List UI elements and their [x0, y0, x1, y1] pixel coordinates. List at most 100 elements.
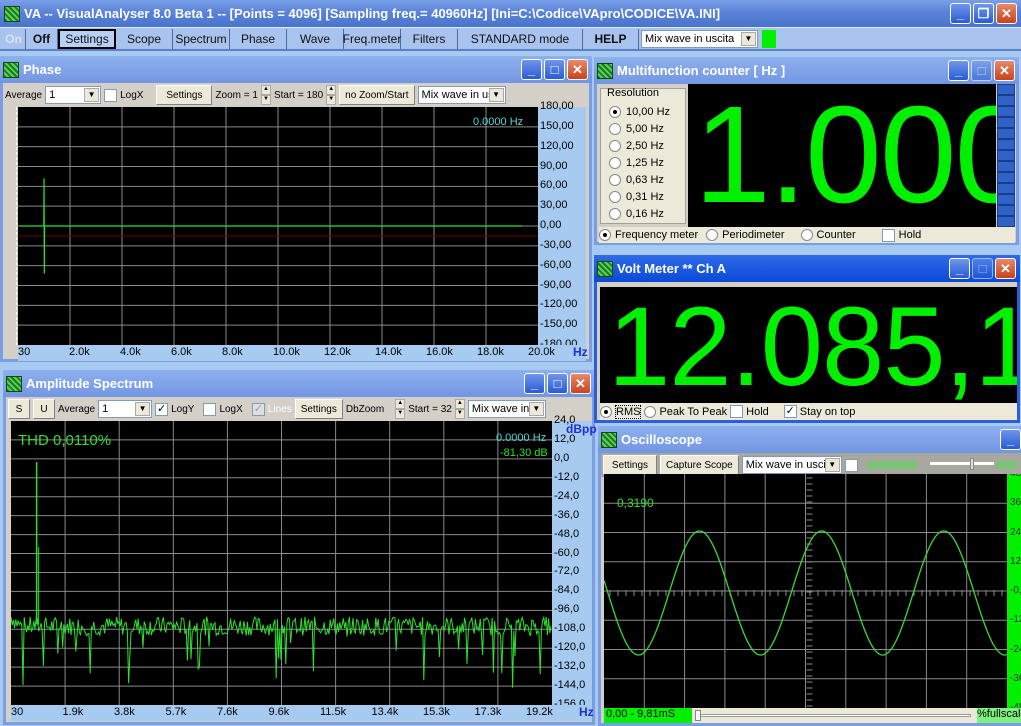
no-zoom-start-button[interactable]: no Zoom/Start — [339, 85, 415, 105]
periodimeter-radio[interactable] — [706, 229, 719, 241]
chevron-down-icon[interactable]: ▼ — [528, 402, 544, 416]
dbzoom-spinner[interactable]: ▲ ▼ — [395, 399, 406, 419]
average-select[interactable]: 1 ▼ — [98, 400, 153, 418]
standard-mode-button[interactable]: STANDARD mode — [458, 28, 583, 49]
start-spinner[interactable]: ▲ ▼ — [454, 399, 465, 419]
settings-button[interactable]: Settings — [58, 28, 116, 49]
close-button[interactable]: ✕ — [570, 373, 591, 394]
scope-gain-slider[interactable] — [929, 458, 994, 472]
scope-option-label — [866, 461, 917, 469]
resolution-radio[interactable] — [609, 122, 621, 135]
slider-thumb[interactable] — [695, 710, 701, 721]
spectrum-source-select[interactable]: Mix wave in us ▼ — [467, 400, 546, 418]
app-icon — [4, 5, 20, 22]
scope-option-checkbox[interactable] — [844, 458, 858, 472]
resolution-option[interactable]: 0,31 Hz — [609, 188, 670, 205]
help-button[interactable]: HELP — [583, 28, 639, 49]
peak-to-peak-radio[interactable] — [644, 405, 657, 418]
zoom-spinner[interactable]: ▲ ▼ — [260, 85, 271, 105]
freqmeter-button[interactable]: Freq.meter — [343, 28, 401, 49]
phase-vertical-slider[interactable] — [3, 107, 17, 345]
phase-title: Phase — [23, 62, 62, 77]
average-value: 1 — [102, 403, 109, 415]
settings-button[interactable]: Settings — [294, 399, 343, 419]
logx-checkbox[interactable] — [104, 88, 118, 102]
resolution-label: 0,16 Hz — [626, 207, 664, 220]
minimize-button[interactable]: _ — [950, 3, 971, 24]
close-button[interactable]: ✕ — [994, 60, 1015, 81]
lines-checkbox[interactable]: ✓ — [251, 402, 265, 416]
rms-radio[interactable] — [600, 405, 612, 418]
start-spinner[interactable]: ▲ ▼ — [326, 85, 337, 105]
close-button[interactable]: ✕ — [567, 59, 588, 80]
hold-checkbox[interactable] — [881, 228, 895, 242]
frequency-meter-radio[interactable] — [599, 229, 611, 241]
off-button[interactable]: Off — [26, 28, 58, 49]
filters-button[interactable]: Filters — [401, 28, 458, 49]
close-button[interactable]: ✕ — [995, 258, 1016, 279]
resolution-option[interactable]: 2,50 Hz — [609, 137, 670, 154]
chevron-down-icon[interactable]: ▼ — [135, 402, 151, 416]
scope-button[interactable]: Scope — [116, 28, 173, 49]
minimize-button[interactable]: _ — [521, 59, 542, 80]
stay-on-top-checkbox[interactable]: ✓ — [783, 405, 797, 418]
maximize-button[interactable]: □ — [971, 60, 992, 81]
counter-radio[interactable] — [800, 229, 813, 241]
average-select[interactable]: 1 ▼ — [45, 86, 102, 104]
wave-button[interactable]: Wave — [287, 28, 344, 49]
minimize-button[interactable]: _ — [948, 60, 969, 81]
counter-title: Multifunction counter [ Hz ] — [617, 63, 786, 78]
x-tick-label: 15.3k — [423, 706, 450, 718]
scope-source-select[interactable]: Mix wave in uscita ▼ — [741, 456, 842, 474]
maximize-button[interactable]: □ — [547, 373, 568, 394]
resolution-radio[interactable] — [609, 207, 621, 220]
chevron-down-icon[interactable]: ▼ — [84, 88, 100, 102]
resolution-radio[interactable] — [609, 190, 621, 203]
resolution-radio[interactable] — [609, 156, 621, 169]
scope-settings-button[interactable]: Settings — [603, 455, 657, 475]
y-tick-label: -48,0 — [554, 527, 580, 540]
minimize-button[interactable]: _ — [1000, 429, 1021, 450]
resolution-option[interactable]: 5,00 Hz — [609, 120, 670, 137]
spectrum-title: Amplitude Spectrum — [26, 376, 154, 391]
phase-source-select[interactable]: Mix wave in usci ▼ — [417, 86, 506, 104]
slider-thumb[interactable] — [969, 458, 974, 470]
rms-label: RMS — [615, 404, 642, 419]
resolution-radio[interactable] — [609, 105, 621, 118]
y-tick-label: 60,00 — [540, 179, 568, 192]
resolution-label: 5,00 Hz — [626, 122, 664, 135]
spectrum-button[interactable]: Spectrum — [173, 28, 230, 49]
main-toolbar: On Off Settings Scope Spectrum Phase Wav… — [0, 27, 1021, 51]
on-button[interactable]: On — [2, 28, 26, 49]
status-led — [762, 29, 776, 48]
x-tick-label: 18.0k — [477, 346, 504, 358]
logy-checkbox[interactable]: ✓ — [155, 402, 169, 416]
resolution-option[interactable]: 1,25 Hz — [609, 154, 670, 171]
resolution-option[interactable]: 0,63 Hz — [609, 171, 670, 188]
resolution-option[interactable]: 0,16 Hz — [609, 205, 670, 222]
phase-button[interactable]: Phase — [230, 28, 287, 49]
resolution-radio[interactable] — [609, 173, 621, 186]
hold-checkbox[interactable] — [730, 405, 744, 418]
logx-checkbox[interactable] — [203, 402, 217, 416]
chevron-down-icon[interactable]: ▼ — [488, 88, 504, 102]
counter-level-bar — [997, 84, 1015, 227]
restore-button[interactable]: ❐ — [973, 3, 994, 24]
maximize-button[interactable]: □ — [972, 258, 993, 279]
minimize-button[interactable]: _ — [524, 373, 545, 394]
maximize-button[interactable]: □ — [544, 59, 565, 80]
resolution-radio[interactable] — [609, 139, 621, 152]
capture-scope-button[interactable]: Capture Scope — [660, 455, 739, 475]
chevron-down-icon[interactable]: ▼ — [824, 458, 840, 472]
chevron-down-icon[interactable]: ▼ — [741, 31, 756, 46]
s-button[interactable]: S — [8, 399, 30, 419]
close-button[interactable]: ✕ — [996, 3, 1017, 24]
settings-button[interactable]: Settings — [156, 85, 213, 105]
stay-on-top-label: Stay on top — [799, 405, 856, 418]
resolution-option[interactable]: 10,00 Hz — [609, 103, 670, 120]
scope-time-slider[interactable] — [692, 708, 977, 723]
u-button[interactable]: U — [33, 399, 55, 419]
y-tick-label: -12,0 — [554, 470, 580, 483]
minimize-button[interactable]: _ — [949, 258, 970, 279]
source-select[interactable]: Mix wave in uscita ▼ — [641, 29, 758, 48]
